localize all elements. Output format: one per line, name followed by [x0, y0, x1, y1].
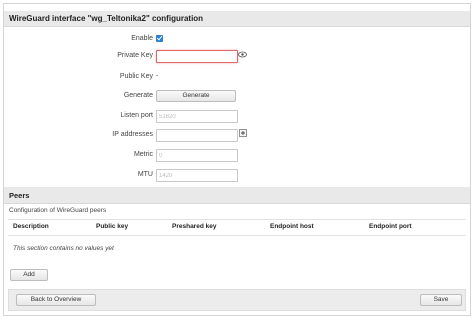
column-preshared-key: Preshared key — [172, 223, 217, 230]
public-key-row: Public Key - — [4, 71, 470, 85]
ip-addresses-input[interactable] — [156, 129, 238, 142]
generate-row: Generate Generate — [4, 90, 470, 104]
column-endpoint-port: Endpoint port — [369, 223, 412, 230]
peers-empty-message: This section contains no values yet — [13, 245, 114, 252]
peers-description: Configuration of WireGuard peers — [9, 207, 107, 214]
column-description: Description — [13, 223, 49, 230]
listen-port-row: Listen port — [4, 110, 470, 124]
metric-row: Metric — [4, 149, 470, 163]
enable-label: Enable — [131, 35, 153, 42]
public-key-label: Public Key — [119, 73, 153, 80]
peers-section-title: Peers — [4, 187, 470, 204]
action-bar: Back to Overview Save — [8, 289, 466, 311]
enable-checkbox[interactable] — [156, 35, 163, 42]
metric-label: Metric — [133, 151, 153, 158]
private-key-input[interactable] — [156, 50, 238, 63]
private-key-label: Private Key — [117, 52, 153, 59]
add-entry-icon[interactable] — [239, 129, 247, 139]
save-button[interactable]: Save — [420, 294, 462, 306]
public-key-value: - — [156, 73, 159, 80]
listen-port-input[interactable] — [156, 110, 238, 123]
interface-section-title: WireGuard interface "wg_Teltonika2" conf… — [4, 11, 470, 27]
listen-port-label: Listen port — [120, 112, 153, 119]
generate-label: Generate — [123, 92, 153, 99]
mtu-input[interactable] — [156, 169, 238, 182]
column-endpoint-host: Endpoint host — [270, 223, 314, 230]
column-public-key: Public key — [96, 223, 129, 230]
eye-icon[interactable] — [238, 51, 247, 60]
ip-addresses-row: IP addresses — [4, 129, 470, 143]
mtu-row: MTU — [4, 169, 470, 183]
peers-table-header: Description Public key Preshared key End… — [8, 219, 466, 236]
back-to-overview-button[interactable]: Back to Overview — [16, 294, 96, 306]
private-key-row: Private Key — [4, 50, 470, 64]
metric-input[interactable] — [156, 149, 238, 162]
mtu-label: MTU — [137, 171, 153, 178]
ip-addresses-label: IP addresses — [112, 131, 153, 138]
config-page: WireGuard interface "wg_Teltonika2" conf… — [3, 3, 471, 316]
add-peer-button[interactable]: Add — [10, 269, 48, 281]
enable-row: Enable — [4, 33, 470, 47]
generate-button[interactable]: Generate — [156, 90, 236, 102]
